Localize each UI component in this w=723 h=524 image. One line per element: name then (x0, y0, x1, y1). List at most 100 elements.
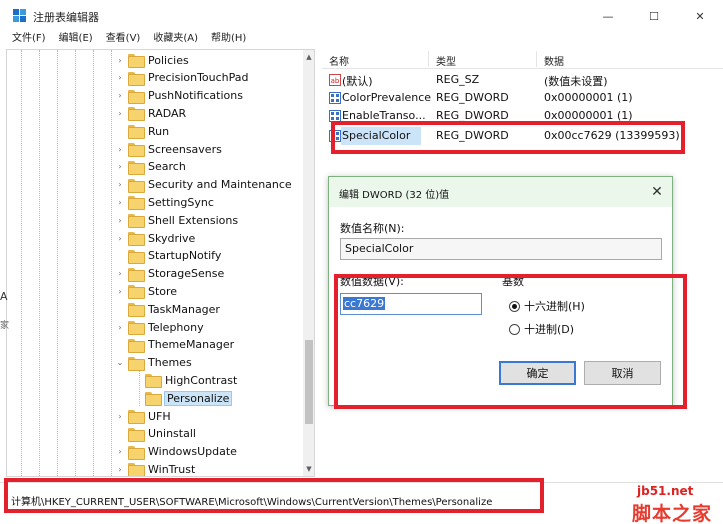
key-tree[interactable]: › Policies › PrecisionTouchPad › PushNotifica… (6, 49, 315, 477)
tree-item[interactable]: HighContrast (132, 371, 237, 389)
expand-arrow-icon[interactable]: › (115, 229, 125, 247)
column-type[interactable]: 类型 (436, 53, 456, 68)
scroll-up-arrow-icon[interactable]: ▲ (303, 50, 314, 64)
expand-arrow-icon[interactable]: › (115, 265, 125, 283)
edge-fragment-a: A (0, 290, 8, 303)
expand-arrow-icon[interactable]: › (115, 443, 125, 461)
folder-icon (128, 54, 145, 68)
menu-edit[interactable]: 编辑(E) (59, 32, 93, 48)
dword-value-icon (329, 92, 341, 104)
tree-guide-line (21, 50, 22, 476)
expand-arrow-icon[interactable]: › (115, 104, 125, 122)
expand-arrow-icon[interactable]: › (115, 140, 125, 158)
tree-item-label: Uninstall (148, 427, 196, 441)
menu-help[interactable]: 帮助(H) (211, 32, 246, 48)
tree-item[interactable]: › RADAR (115, 104, 186, 122)
value-row[interactable]: ab (默认) REG_SZ (数值未设置) (322, 71, 723, 89)
close-button[interactable]: ✕ (677, 0, 723, 32)
tree-guide-line (93, 50, 94, 476)
expand-arrow-icon[interactable]: › (115, 407, 125, 425)
tree-scrollbar[interactable]: ▲ ▼ (303, 50, 314, 476)
minimize-button[interactable]: — (585, 0, 631, 32)
expand-arrow-icon[interactable]: › (115, 460, 125, 476)
menu-file[interactable]: 文件(F) (12, 32, 46, 48)
tree-item[interactable]: › Search (115, 158, 186, 176)
tree-item[interactable]: › Policies (115, 51, 189, 69)
expand-arrow-icon[interactable]: › (115, 193, 125, 211)
column-separator (428, 51, 429, 67)
expand-arrow-icon[interactable]: › (115, 69, 125, 87)
tree-item[interactable]: › PrecisionTouchPad (115, 69, 249, 87)
folder-icon (128, 71, 145, 86)
tree-item[interactable]: › StorageSense (115, 265, 224, 283)
expand-arrow-icon[interactable]: › (115, 158, 125, 176)
tree-guide-line (57, 50, 58, 476)
folder-icon (128, 267, 145, 282)
tree-item[interactable]: › WindowsUpdate (115, 443, 237, 461)
folder-icon (128, 89, 145, 104)
close-icon: ✕ (695, 9, 705, 23)
tree-item[interactable]: › PushNotifications (115, 87, 243, 105)
collapse-arrow-icon[interactable]: ⌄ (115, 354, 125, 372)
value-name-field: SpecialColor (340, 238, 662, 260)
tree-item[interactable]: ⌄ Themes (115, 354, 192, 372)
value-data: (数值未设置) (544, 75, 608, 88)
list-header: 名称 类型 数据 (322, 49, 723, 69)
column-data[interactable]: 数据 (544, 53, 564, 68)
tree-item-label: TaskManager (148, 302, 220, 316)
maximize-icon: ☐ (649, 9, 659, 23)
tree-item[interactable]: › SettingSync (115, 193, 214, 211)
tree-item[interactable]: › Telephony (115, 318, 204, 336)
tree-item[interactable]: › UFH (115, 407, 171, 425)
expand-arrow-icon[interactable]: › (115, 318, 125, 336)
folder-icon (128, 427, 145, 442)
folder-icon (128, 125, 145, 140)
value-data: 0x00000001 (1) (544, 91, 633, 104)
tree-item-label: StorageSense (148, 267, 225, 281)
scroll-down-arrow-icon[interactable]: ▼ (303, 462, 314, 476)
tree-item[interactable]: › Store (115, 282, 177, 300)
value-name-label: 数值名称(N): (340, 222, 405, 235)
tree-item[interactable]: Run (115, 122, 169, 140)
registry-app-icon (13, 9, 26, 22)
tree-item[interactable]: ThemeManager (115, 336, 234, 354)
tree-item-label: PushNotifications (148, 89, 243, 103)
expand-arrow-icon[interactable]: › (115, 51, 125, 69)
tree-item[interactable]: StartupNotify (115, 247, 221, 265)
tree-item-label: SettingSync (148, 195, 214, 209)
expand-arrow-icon[interactable]: › (115, 87, 125, 105)
folder-icon (128, 178, 145, 193)
tree-item[interactable]: › Screensavers (115, 140, 222, 158)
folder-icon (145, 374, 162, 389)
tree-item[interactable]: › Security and Maintenance (115, 176, 292, 194)
scroll-thumb[interactable] (305, 340, 313, 424)
tree-item-label: Themes (148, 356, 192, 370)
tree-item-label: Telephony (148, 320, 204, 334)
value-name-text: SpecialColor (345, 242, 414, 255)
folder-icon (128, 338, 145, 353)
tree-item[interactable]: Personalize (132, 389, 233, 407)
tree-item-label: Store (148, 284, 178, 298)
tree-item[interactable]: Uninstall (115, 425, 196, 443)
maximize-button[interactable]: ☐ (631, 0, 677, 32)
menu-bar: 文件(F) 编辑(E) 查看(V) 收藏夹(A) 帮助(H) (0, 32, 723, 48)
tree-item[interactable]: › Skydrive (115, 229, 195, 247)
expand-arrow-icon[interactable]: › (115, 211, 125, 229)
folder-icon (128, 160, 145, 175)
expand-arrow-icon[interactable]: › (115, 282, 125, 300)
value-row[interactable]: ColorPrevalence REG_DWORD 0x00000001 (1) (322, 89, 723, 107)
dialog-close-icon[interactable]: ✕ (649, 184, 665, 200)
menu-favorites[interactable]: 收藏夹(A) (153, 32, 198, 48)
folder-icon (128, 232, 145, 246)
annotation-box-dialog-controls (334, 274, 687, 409)
tree-item[interactable]: › WinTrust (115, 460, 196, 476)
column-name[interactable]: 名称 (329, 53, 349, 68)
menu-view[interactable]: 查看(V) (106, 32, 141, 48)
tree-item-label: WinTrust (148, 462, 196, 476)
tree-item[interactable]: › Shell Extensions (115, 211, 238, 229)
watermark-logo-text: 脚本之家 (632, 503, 713, 524)
tree-item[interactable]: TaskManager (115, 300, 220, 318)
expand-arrow-icon[interactable]: › (115, 176, 125, 194)
